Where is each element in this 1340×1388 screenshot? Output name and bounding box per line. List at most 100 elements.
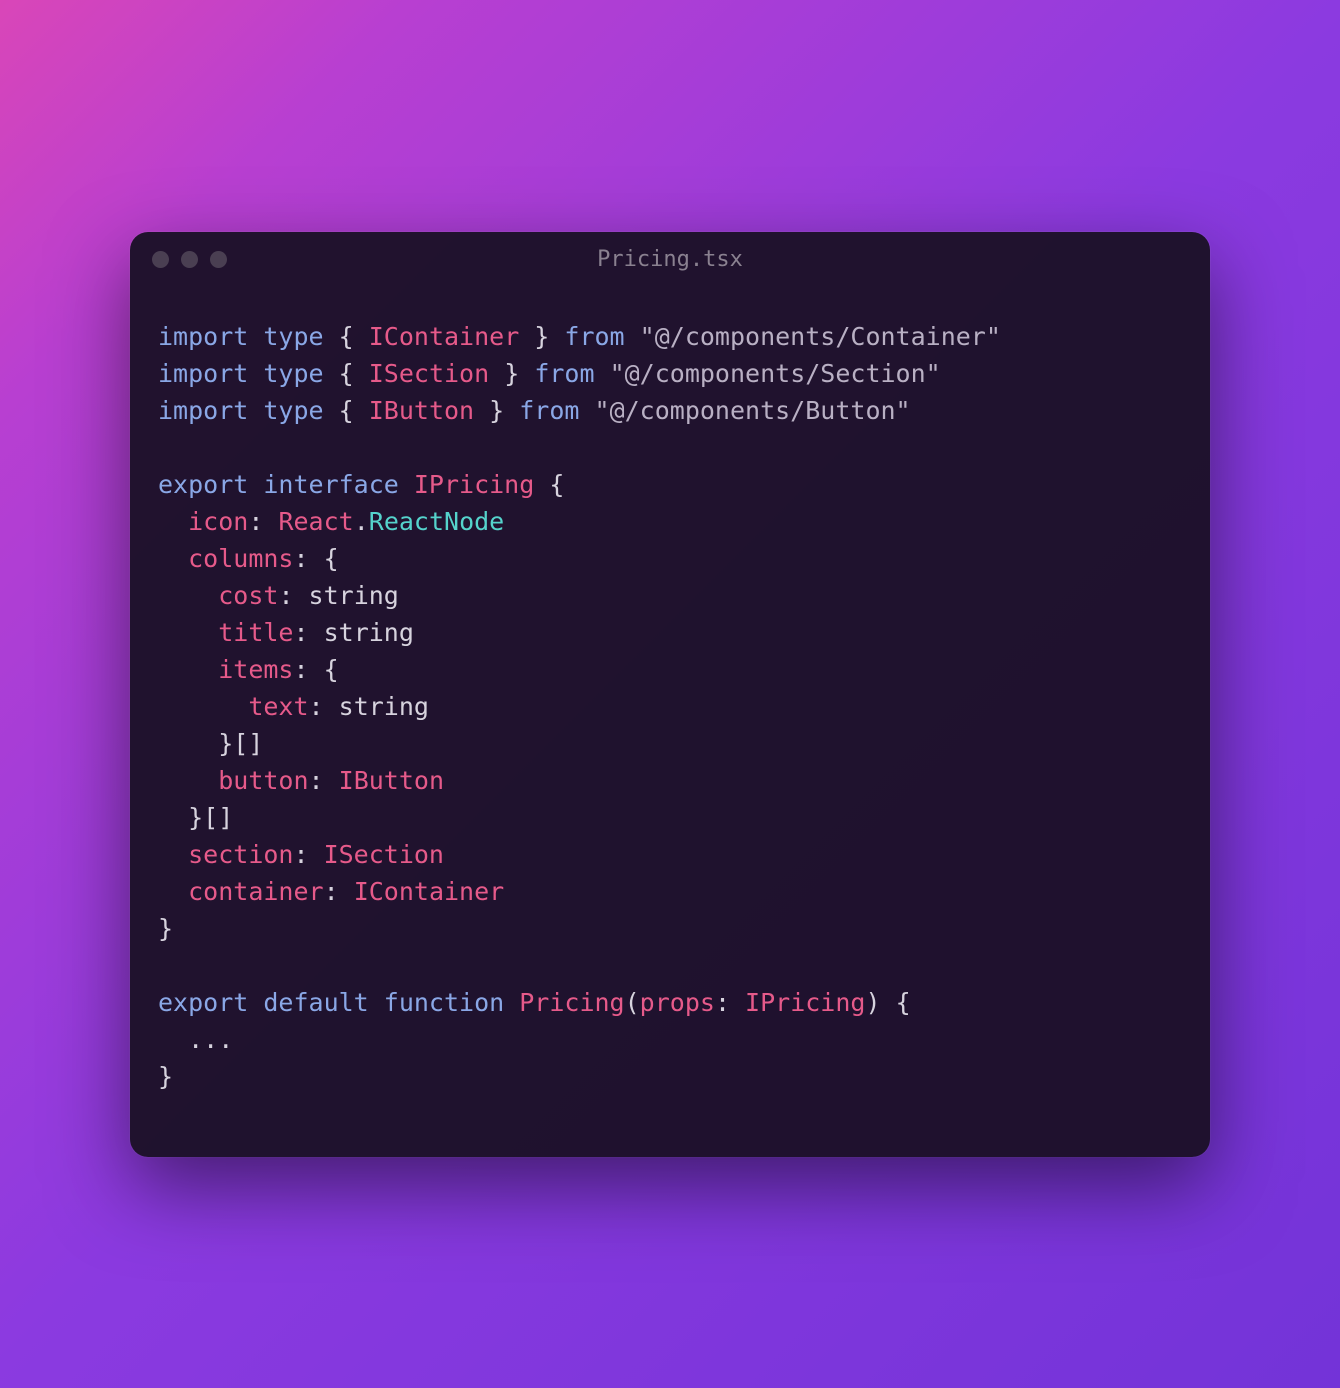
code-token: :	[309, 692, 339, 721]
code-editor-window: Pricing.tsx import type { IContainer } f…	[130, 232, 1210, 1157]
code-token	[158, 655, 218, 684]
minimize-icon[interactable]	[181, 251, 198, 268]
code-token: cost	[218, 581, 278, 610]
code-token: ISection	[324, 840, 444, 869]
code-token	[158, 581, 218, 610]
code-token: from	[519, 396, 594, 425]
code-token: ...	[158, 1025, 233, 1054]
code-token: "@/components/Container"	[640, 322, 1001, 351]
code-line: ...	[158, 1021, 1182, 1058]
code-token	[158, 877, 188, 906]
code-token: IButton	[369, 396, 474, 425]
code-token: :	[715, 988, 745, 1017]
code-token	[158, 618, 218, 647]
zoom-icon[interactable]	[210, 251, 227, 268]
close-icon[interactable]	[152, 251, 169, 268]
code-token: : {	[293, 544, 338, 573]
code-line: button: IButton	[158, 762, 1182, 799]
code-line: import type { IContainer } from "@/compo…	[158, 318, 1182, 355]
code-line: text: string	[158, 688, 1182, 725]
traffic-lights	[152, 251, 227, 268]
code-token: type	[263, 322, 338, 351]
code-line: container: IContainer	[158, 873, 1182, 910]
code-token: props	[640, 988, 715, 1017]
code-token: title	[218, 618, 293, 647]
code-token: }	[158, 1062, 173, 1091]
code-line: }[]	[158, 799, 1182, 836]
code-token: {	[534, 470, 564, 499]
code-token: type	[263, 396, 338, 425]
code-token: icon	[188, 507, 248, 536]
code-token: {	[339, 396, 369, 425]
code-token: text	[248, 692, 308, 721]
code-token: IContainer	[369, 322, 520, 351]
code-line	[158, 947, 1182, 984]
code-token: IPricing	[745, 988, 865, 1017]
code-token: string	[339, 692, 429, 721]
code-token: :	[293, 618, 323, 647]
code-token: from	[534, 359, 609, 388]
code-token	[158, 692, 248, 721]
code-line	[158, 429, 1182, 466]
code-content: import type { IContainer } from "@/compo…	[130, 288, 1210, 1157]
code-token: "@/components/Section"	[610, 359, 941, 388]
code-token: import	[158, 359, 263, 388]
code-token: {	[339, 322, 369, 351]
code-line: export default function Pricing(props: I…	[158, 984, 1182, 1021]
code-line: }	[158, 1058, 1182, 1095]
code-token: IPricing	[414, 470, 534, 499]
code-token: }	[474, 396, 519, 425]
code-token: IContainer	[354, 877, 505, 906]
code-token: export	[158, 988, 263, 1017]
code-token	[158, 507, 188, 536]
code-line: }	[158, 910, 1182, 947]
code-token: ISection	[369, 359, 489, 388]
code-line: icon: React.ReactNode	[158, 503, 1182, 540]
code-token: items	[218, 655, 293, 684]
code-line: import type { IButton } from "@/componen…	[158, 392, 1182, 429]
code-token: import	[158, 396, 263, 425]
code-token: }[]	[158, 803, 233, 832]
code-line: items: {	[158, 651, 1182, 688]
code-token: : {	[293, 655, 338, 684]
code-token: string	[324, 618, 414, 647]
code-token: button	[218, 766, 308, 795]
code-token: ReactNode	[369, 507, 504, 536]
code-token: :	[324, 877, 354, 906]
code-token: }	[158, 914, 173, 943]
code-token	[158, 544, 188, 573]
code-token: from	[564, 322, 639, 351]
code-token: "@/components/Button"	[595, 396, 911, 425]
code-token: }	[519, 322, 564, 351]
code-token: string	[309, 581, 399, 610]
code-token	[158, 840, 188, 869]
titlebar: Pricing.tsx	[130, 232, 1210, 288]
code-token: .	[354, 507, 369, 536]
code-line: export interface IPricing {	[158, 466, 1182, 503]
code-token: :	[278, 581, 308, 610]
code-token: import	[158, 322, 263, 351]
code-token: IButton	[339, 766, 444, 795]
code-token: default	[263, 988, 383, 1017]
code-token: :	[309, 766, 339, 795]
code-line: title: string	[158, 614, 1182, 651]
code-token: ) {	[865, 988, 910, 1017]
code-token: function	[384, 988, 519, 1017]
code-token: export	[158, 470, 263, 499]
code-token: type	[263, 359, 338, 388]
code-token: :	[293, 840, 323, 869]
code-token: interface	[263, 470, 414, 499]
code-token: React	[278, 507, 353, 536]
code-line: import type { ISection } from "@/compone…	[158, 355, 1182, 392]
code-token: Pricing	[519, 988, 624, 1017]
code-line: cost: string	[158, 577, 1182, 614]
file-title: Pricing.tsx	[130, 247, 1210, 272]
code-token: container	[188, 877, 323, 906]
code-token: }	[489, 359, 534, 388]
code-token: section	[188, 840, 293, 869]
code-token: (	[625, 988, 640, 1017]
code-token: {	[339, 359, 369, 388]
code-token: :	[248, 507, 278, 536]
code-token	[158, 766, 218, 795]
code-line: section: ISection	[158, 836, 1182, 873]
